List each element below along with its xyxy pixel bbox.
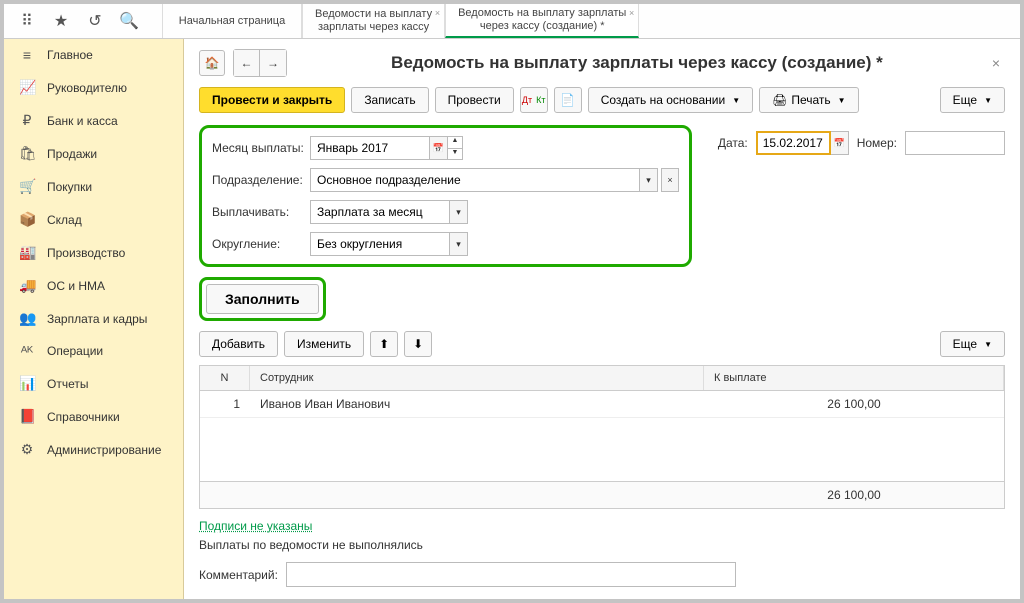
sidebar-item-bank[interactable]: ₽Банк и касса (4, 104, 183, 137)
close-icon[interactable]: × (435, 8, 440, 18)
move-up-button[interactable]: ⬆ (370, 331, 398, 357)
chart-icon: 📈 (19, 79, 35, 96)
more-button[interactable]: Еще▼ (940, 87, 1005, 113)
sidebar-item-production[interactable]: 🏭Производство (4, 236, 183, 269)
calendar-icon[interactable]: 📅 (831, 131, 849, 155)
ruble-icon: ₽ (19, 112, 35, 129)
save-button[interactable]: Записать (351, 87, 428, 113)
print-button[interactable]: 🖨Печать▼ (759, 87, 858, 113)
month-down-button[interactable]: ▼ (448, 148, 462, 159)
col-payout[interactable]: К выплате (704, 366, 1004, 390)
col-n[interactable]: N (200, 366, 250, 390)
round-input[interactable] (310, 232, 450, 256)
book-icon: 📕 (19, 408, 35, 425)
dept-clear-button[interactable]: × (661, 168, 679, 192)
star-icon[interactable]: ★ (53, 13, 69, 29)
sidebar-item-manager[interactable]: 📈Руководителю (4, 71, 183, 104)
tab-home[interactable]: Начальная страница (162, 4, 302, 38)
search-icon[interactable]: 🔍 (121, 13, 137, 29)
table-row[interactable]: 1 Иванов Иван Иванович 26 100,00 (200, 391, 1004, 418)
edit-button[interactable]: Изменить (284, 331, 364, 357)
sidebar-item-main[interactable]: ≡Главное (4, 39, 183, 71)
dtkt-button[interactable]: ДтКт (520, 87, 548, 113)
sidebar-item-reports[interactable]: 📊Отчеты (4, 367, 183, 400)
close-icon[interactable]: × (629, 8, 634, 18)
month-input[interactable] (310, 136, 430, 160)
sidebar-item-purchases[interactable]: 🛒Покупки (4, 170, 183, 203)
pay-label: Выплачивать: (212, 205, 310, 219)
sidebar-item-admin[interactable]: ⚙Администрирование (4, 433, 183, 466)
dept-input[interactable] (310, 168, 640, 192)
add-button[interactable]: Добавить (199, 331, 278, 357)
fill-button[interactable]: Заполнить (206, 284, 319, 314)
signatures-link[interactable]: Подписи не указаны (199, 519, 312, 533)
pay-dropdown-icon[interactable]: ▾ (450, 200, 468, 224)
post-button[interactable]: Провести (435, 87, 514, 113)
sidebar-item-salary[interactable]: 👥Зарплата и кадры (4, 302, 183, 335)
form-highlighted-area: Месяц выплаты: 📅 ▲ ▼ Подразделение: (199, 125, 692, 267)
dtkt-icon: ᴬᴷ (19, 343, 35, 359)
col-employee[interactable]: Сотрудник (250, 366, 704, 390)
truck-icon: 🚚 (19, 277, 35, 294)
attach-button[interactable]: 📄 (554, 87, 582, 113)
sidebar-item-sales[interactable]: 🛍Продажи (4, 137, 183, 170)
month-picker-icon[interactable]: 📅 (430, 136, 448, 160)
bag-icon: 🛍 (19, 145, 35, 162)
post-and-close-button[interactable]: Провести и закрыть (199, 87, 345, 113)
sidebar-item-assets[interactable]: 🚚ОС и НМА (4, 269, 183, 302)
sidebar-item-operations[interactable]: ᴬᴷОперации (4, 335, 183, 367)
round-label: Округление: (212, 237, 310, 251)
forward-button[interactable]: → (260, 50, 286, 76)
month-label: Месяц выплаты: (212, 141, 310, 155)
date-input[interactable] (756, 131, 831, 155)
total-payout: 26 100,00 (704, 482, 1004, 508)
sidebar-item-catalogs[interactable]: 📕Справочники (4, 400, 183, 433)
bars-icon: 📊 (19, 375, 35, 392)
history-icon[interactable]: ↺ (87, 13, 103, 29)
move-down-button[interactable]: ⬇ (404, 331, 432, 357)
content-area: 🏠 ← → Ведомость на выплату зарплаты чере… (184, 39, 1020, 599)
payment-status: Выплаты по ведомости не выполнялись (199, 538, 1005, 552)
table-more-button[interactable]: Еще▼ (940, 331, 1005, 357)
factory-icon: 🏭 (19, 244, 35, 261)
comment-input[interactable] (286, 562, 736, 587)
date-label: Дата: (718, 136, 748, 150)
top-bar: ⠿ ★ ↺ 🔍 Начальная страница Ведомости на … (4, 4, 1020, 39)
sidebar: ≡Главное 📈Руководителю ₽Банк и касса 🛍Пр… (4, 39, 184, 599)
dept-dropdown-icon[interactable]: ▾ (640, 168, 658, 192)
back-button[interactable]: ← (234, 50, 260, 76)
tab-current[interactable]: Ведомость на выплату зарплаты через касс… (445, 4, 639, 38)
cart-icon: 🛒 (19, 178, 35, 195)
menu-icon: ≡ (19, 47, 35, 63)
page-title: Ведомость на выплату зарплаты через касс… (295, 53, 979, 73)
people-icon: 👥 (19, 310, 35, 327)
gear-icon: ⚙ (19, 441, 35, 458)
pay-input[interactable] (310, 200, 450, 224)
home-button[interactable]: 🏠 (199, 50, 225, 76)
apps-icon[interactable]: ⠿ (19, 13, 35, 29)
comment-label: Комментарий: (199, 568, 278, 582)
number-input[interactable] (905, 131, 1005, 155)
printer-icon: 🖨 (772, 93, 787, 107)
sidebar-item-warehouse[interactable]: 📦Склад (4, 203, 183, 236)
dept-label: Подразделение: (212, 173, 310, 187)
tab-list[interactable]: Ведомости на выплату зарплаты через касс… (302, 4, 445, 38)
number-label: Номер: (857, 136, 897, 150)
round-dropdown-icon[interactable]: ▾ (450, 232, 468, 256)
close-button[interactable]: × (987, 55, 1005, 71)
create-based-button[interactable]: Создать на основании▼ (588, 87, 753, 113)
box-icon: 📦 (19, 211, 35, 228)
employee-table: N Сотрудник К выплате 1 Иванов Иван Иван… (199, 365, 1005, 509)
month-up-button[interactable]: ▲ (448, 137, 462, 148)
